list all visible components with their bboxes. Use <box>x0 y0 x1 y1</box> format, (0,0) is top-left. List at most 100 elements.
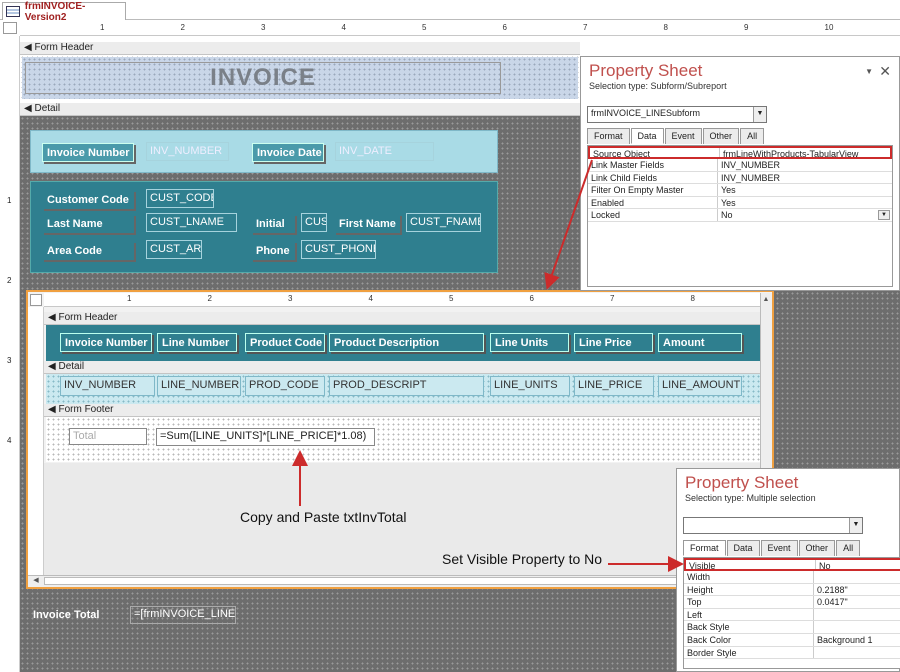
property-name: Width <box>684 571 814 583</box>
property-row-height[interactable]: Height 0.2188" <box>684 583 900 597</box>
initial-label[interactable]: Initial <box>251 214 295 233</box>
property-value[interactable]: No <box>718 209 892 221</box>
invoice-total-label[interactable]: Invoice Total <box>30 607 126 625</box>
property-sheet-title: Property Sheet <box>685 473 799 492</box>
cust-code-label[interactable]: Customer Code <box>42 190 134 209</box>
invoice-title[interactable]: INVOICE <box>25 62 501 94</box>
property-name: Height <box>684 583 814 596</box>
subform-form-header-bar[interactable]: ◀ Form Header <box>44 312 760 325</box>
scroll-up-icon[interactable]: ▲ <box>761 295 771 305</box>
property-value[interactable] <box>814 647 900 659</box>
tab-data[interactable]: Data <box>630 128 664 144</box>
tab-event[interactable]: Event <box>664 128 702 144</box>
ruler-tick-label: 5 <box>449 294 454 303</box>
property-name: Enabled <box>588 196 718 209</box>
col-header-product-code[interactable]: Product Code <box>245 333 325 352</box>
property-value[interactable]: No <box>816 560 900 569</box>
last-name-label[interactable]: Last Name <box>42 214 134 233</box>
col-header-line-units[interactable]: Line Units <box>490 333 569 352</box>
chevron-down-icon[interactable]: ▼ <box>878 210 890 221</box>
area-code-label[interactable]: Area Code <box>42 241 134 260</box>
object-selector-combo[interactable]: frmINVOICE_LINESubform ▼ <box>587 106 767 123</box>
property-value[interactable] <box>814 621 900 633</box>
tab-data[interactable]: Data <box>726 540 760 556</box>
property-value[interactable]: Yes <box>718 197 892 209</box>
invoice-total-field[interactable]: =[frmINVOICE_LINE <box>130 606 236 624</box>
property-row-link-master[interactable]: Link Master Fields INV_NUMBER <box>588 159 892 172</box>
property-value[interactable]: INV_NUMBER <box>718 159 892 171</box>
object-selector-combo[interactable]: ▼ <box>683 517 863 534</box>
detail-bar[interactable]: ◀ Detail <box>20 103 580 116</box>
chevron-down-icon[interactable]: ▼ <box>849 518 862 533</box>
inv-date-field[interactable]: INV_DATE <box>335 142 434 161</box>
close-icon[interactable]: ✕ <box>879 63 891 80</box>
property-row-top[interactable]: Top 0.0417" <box>684 596 900 609</box>
property-value[interactable]: Yes <box>718 184 892 196</box>
field-prod-descript[interactable]: PROD_DESCRIPT <box>329 376 484 396</box>
col-header-product-description[interactable]: Product Description <box>329 333 484 352</box>
subform-horizontal-ruler: 1 2 3 4 5 6 7 8 <box>44 293 760 307</box>
property-value[interactable]: Background 1 <box>814 634 900 646</box>
subform-vertical-ruler <box>28 307 44 575</box>
horizontal-scroll-thumb[interactable] <box>44 577 684 585</box>
property-value[interactable] <box>814 609 900 621</box>
first-name-field[interactable]: CUST_FNAME <box>406 213 481 232</box>
ruler-tick-label: 2 <box>7 276 12 285</box>
field-line-amount[interactable]: LINE_AMOUNT <box>658 376 742 396</box>
dropdown-arrow-icon[interactable]: ▼ <box>865 67 873 76</box>
chevron-down-icon[interactable]: ▼ <box>753 107 766 122</box>
inv-number-label[interactable]: Invoice Number <box>42 143 134 162</box>
last-name-field[interactable]: CUST_LNAME <box>146 213 237 232</box>
cust-code-field[interactable]: CUST_CODE <box>146 189 214 208</box>
property-row-back-style[interactable]: Back Style <box>684 621 900 634</box>
property-row-back-color[interactable]: Back Color Background 1 <box>684 633 900 647</box>
tab-all[interactable]: All <box>836 540 861 556</box>
tab-format[interactable]: Format <box>683 540 726 556</box>
col-header-line-price[interactable]: Line Price <box>574 333 653 352</box>
property-value[interactable]: 0.0417" <box>814 596 900 608</box>
property-value[interactable] <box>814 571 900 583</box>
phone-field[interactable]: CUST_PHONE <box>301 240 376 259</box>
total-label[interactable]: Total <box>69 428 147 445</box>
property-row-left[interactable]: Left <box>684 608 900 622</box>
property-value[interactable]: 0.2188" <box>814 584 900 596</box>
col-header-invoice-number[interactable]: Invoice Number <box>60 333 152 352</box>
field-line-price[interactable]: LINE_PRICE <box>574 376 654 396</box>
property-row-locked[interactable]: Locked No ▼ <box>588 209 892 222</box>
property-row-border-style[interactable]: Border Style <box>684 646 900 660</box>
ruler-tick-label: 8 <box>663 23 668 32</box>
tab-format[interactable]: Format <box>587 128 630 144</box>
property-row-link-child[interactable]: Link Child Fields INV_NUMBER <box>588 171 892 185</box>
property-row-width[interactable]: Width <box>684 571 900 584</box>
subform-form-footer-label: Form Footer <box>58 404 114 415</box>
property-value[interactable]: INV_NUMBER <box>718 172 892 184</box>
field-inv-number[interactable]: INV_NUMBER <box>60 376 155 396</box>
col-header-amount[interactable]: Amount <box>658 333 742 352</box>
inv-number-field[interactable]: INV_NUMBER <box>146 142 229 161</box>
subform-form-footer-bar[interactable]: ◀ Form Footer <box>44 404 760 417</box>
inv-date-label[interactable]: Invoice Date <box>252 143 324 162</box>
first-name-label[interactable]: First Name <box>334 214 400 233</box>
document-tab[interactable]: frmINVOICE-Version2 <box>2 1 126 23</box>
total-formula-field[interactable]: =Sum([LINE_UNITS]*[LINE_PRICE]*1.08) <box>156 428 375 446</box>
property-grid: Source Object frmLineWithProducts-Tabular… <box>587 145 893 287</box>
form-header-bar[interactable]: ◀ Form Header <box>20 42 580 55</box>
initial-field[interactable]: CUST <box>301 213 327 232</box>
tab-event[interactable]: Event <box>760 540 798 556</box>
property-value[interactable]: frmLineWithProducts-TabularView <box>720 148 890 157</box>
property-row-source-object[interactable]: Source Object frmLineWithProducts-Tabular… <box>588 146 892 159</box>
tab-other[interactable]: Other <box>702 128 740 144</box>
property-row-filter-empty[interactable]: Filter On Empty Master Yes <box>588 184 892 197</box>
field-line-number[interactable]: LINE_NUMBER <box>157 376 241 396</box>
property-row-visible[interactable]: Visible No <box>684 558 900 571</box>
area-code-field[interactable]: CUST_ARE <box>146 240 202 259</box>
tab-other[interactable]: Other <box>798 540 836 556</box>
field-prod-code[interactable]: PROD_CODE <box>245 376 325 396</box>
property-row-enabled[interactable]: Enabled Yes <box>588 196 892 210</box>
subform-detail-bar[interactable]: ◀ Detail <box>44 361 760 374</box>
phone-label[interactable]: Phone <box>251 241 295 260</box>
field-line-units[interactable]: LINE_UNITS <box>490 376 570 396</box>
scroll-left-icon[interactable]: ◀ <box>31 576 41 586</box>
tab-all[interactable]: All <box>740 128 765 144</box>
col-header-line-number[interactable]: Line Number <box>157 333 237 352</box>
